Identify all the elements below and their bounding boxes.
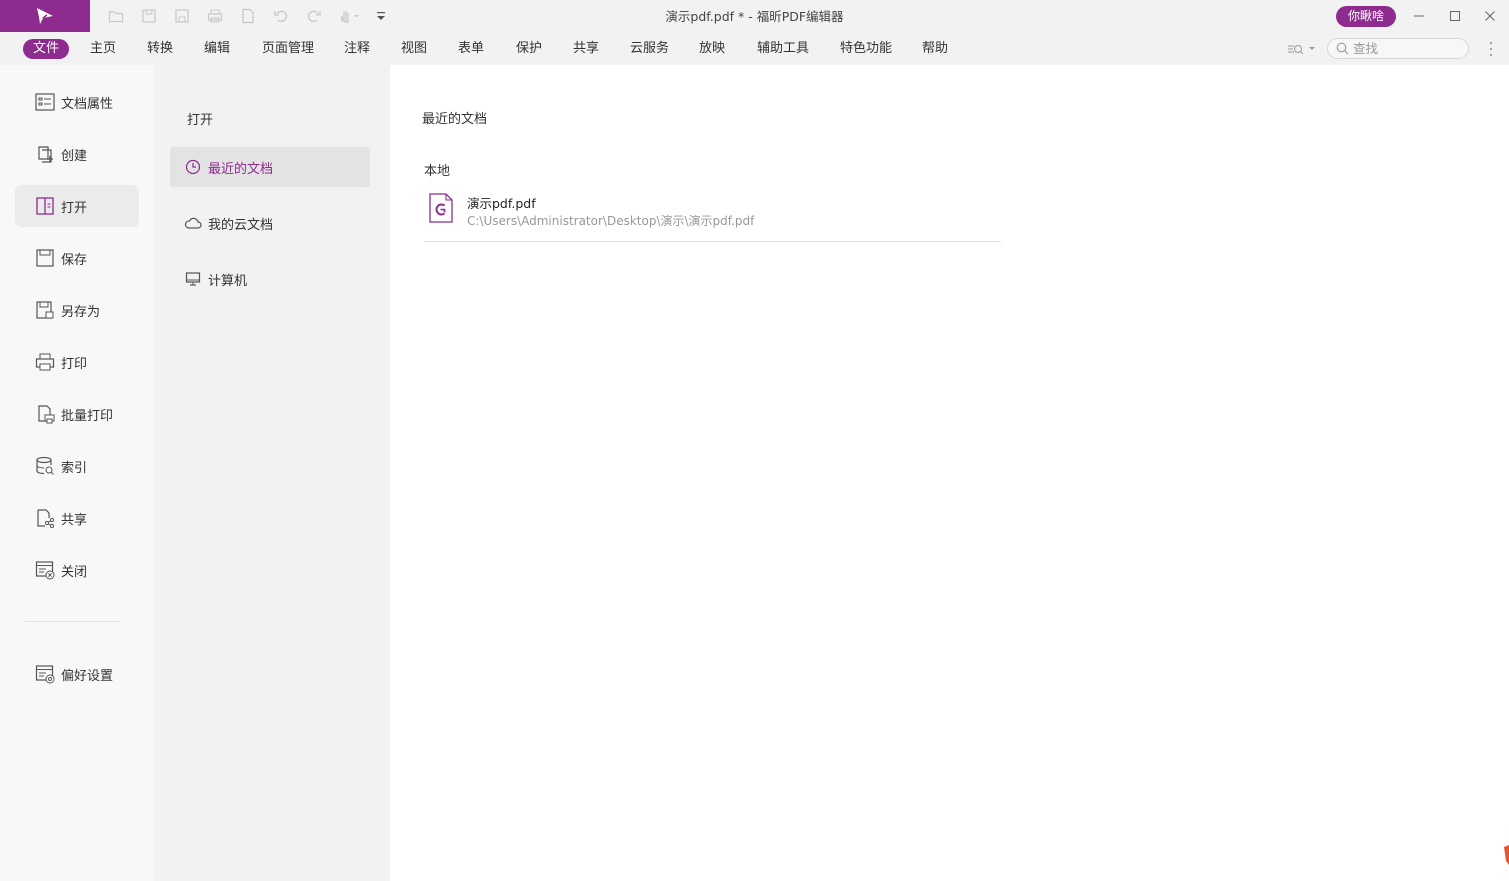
nav-label: 打开 bbox=[61, 200, 88, 216]
section-local-label: 本地 bbox=[424, 164, 451, 179]
nav-label: 共享 bbox=[61, 512, 88, 528]
menu-home[interactable]: 主页 bbox=[80, 39, 126, 59]
search-mode-dropdown[interactable] bbox=[1286, 40, 1320, 58]
open-book-icon bbox=[34, 195, 56, 217]
panel-heading: 打开 bbox=[187, 113, 214, 128]
minimize-icon[interactable] bbox=[1408, 6, 1430, 26]
open-cloud-documents[interactable]: 我的云文档 bbox=[170, 203, 370, 243]
more-options-icon[interactable] bbox=[1486, 40, 1496, 58]
app-logo[interactable] bbox=[0, 0, 90, 32]
menu-protect[interactable]: 保护 bbox=[506, 39, 552, 59]
file-name: 演示pdf.pdf bbox=[467, 196, 536, 211]
nav-label: 保存 bbox=[61, 252, 88, 268]
menu-file[interactable]: 文件 bbox=[23, 39, 70, 59]
computer-icon bbox=[184, 270, 202, 288]
recent-documents-view: 最近的文档 本地 演示pdf.pdf C:\Users\Administrato… bbox=[390, 65, 1509, 881]
preferences-icon bbox=[34, 663, 56, 685]
hand-tool-icon[interactable] bbox=[337, 7, 361, 25]
menu-bar: 文件 主页 转换 编辑 页面管理 注释 视图 表单 保护 共享 云服务 放映 辅… bbox=[0, 32, 1509, 65]
nav-open[interactable]: 打开 bbox=[15, 185, 139, 227]
menu-help[interactable]: 帮助 bbox=[912, 39, 958, 59]
menu-cloud-service[interactable]: 云服务 bbox=[620, 39, 679, 59]
nav-index[interactable]: 索引 bbox=[15, 445, 139, 487]
open-recent-documents[interactable]: 最近的文档 bbox=[170, 147, 370, 187]
menu-slideshow[interactable]: 放映 bbox=[689, 39, 735, 59]
user-account-button[interactable]: 你瞅啥 bbox=[1336, 6, 1396, 27]
share-icon bbox=[34, 507, 56, 529]
nav-save[interactable]: 保存 bbox=[15, 237, 139, 279]
nav-divider bbox=[25, 621, 120, 622]
option-label: 我的云文档 bbox=[208, 217, 274, 233]
nav-document-properties[interactable]: 文档属性 bbox=[15, 81, 139, 123]
open-icon[interactable] bbox=[107, 7, 125, 25]
close-icon[interactable] bbox=[1479, 6, 1501, 26]
nav-print[interactable]: 打印 bbox=[15, 341, 139, 383]
search-icon bbox=[1336, 42, 1349, 55]
open-options-panel: 打开 最近的文档 我的云文档 计算机 bbox=[154, 65, 390, 881]
open-computer[interactable]: 计算机 bbox=[170, 259, 370, 299]
cloud-icon bbox=[184, 214, 202, 232]
nav-close[interactable]: 关闭 bbox=[15, 549, 139, 591]
save-as-icon bbox=[34, 299, 56, 321]
nav-preferences[interactable]: 偏好设置 bbox=[15, 653, 139, 695]
index-database-icon bbox=[34, 455, 56, 477]
nav-label: 关闭 bbox=[61, 564, 88, 580]
nav-create[interactable]: 创建 bbox=[15, 133, 139, 175]
clock-icon bbox=[184, 158, 202, 176]
option-label: 计算机 bbox=[208, 273, 248, 289]
recent-file-row[interactable]: 演示pdf.pdf C:\Users\Administrator\Desktop… bbox=[424, 188, 1001, 242]
menu-featured[interactable]: 特色功能 bbox=[830, 39, 902, 59]
document-properties-icon bbox=[34, 91, 56, 113]
menu-page-management[interactable]: 页面管理 bbox=[252, 39, 324, 59]
menu-edit[interactable]: 编辑 bbox=[194, 39, 240, 59]
nav-label: 打印 bbox=[61, 356, 88, 372]
nav-label: 偏好设置 bbox=[61, 668, 114, 684]
nav-label: 文档属性 bbox=[61, 96, 114, 112]
nav-batch-print[interactable]: 批量打印 bbox=[15, 393, 139, 435]
create-icon bbox=[34, 143, 56, 165]
print-icon[interactable] bbox=[206, 7, 224, 25]
new-doc-icon[interactable] bbox=[239, 7, 257, 25]
file-path: C:\Users\Administrator\Desktop\演示\演示pdf.… bbox=[467, 214, 755, 228]
menu-accessibility-tools[interactable]: 辅助工具 bbox=[747, 39, 819, 59]
search-options-icon bbox=[1288, 45, 1315, 55]
menu-view[interactable]: 视图 bbox=[391, 39, 437, 59]
nav-label: 另存为 bbox=[61, 304, 101, 320]
nav-save-as[interactable]: 另存为 bbox=[15, 289, 139, 331]
redo-icon[interactable] bbox=[305, 7, 323, 25]
file-backstage-nav: 文档属性 创建 打开 保存 另存为 打印 批量打印 索引 共享 关闭 偏好设置 bbox=[0, 65, 154, 881]
undo-icon[interactable] bbox=[272, 7, 290, 25]
save-as-icon[interactable] bbox=[173, 7, 191, 25]
nav-label: 批量打印 bbox=[61, 408, 114, 424]
printer-icon bbox=[34, 351, 56, 373]
save-icon bbox=[34, 247, 56, 269]
menu-share[interactable]: 共享 bbox=[563, 39, 609, 59]
foxit-logo-icon bbox=[37, 8, 53, 24]
pdf-file-icon bbox=[429, 193, 453, 223]
option-label: 最近的文档 bbox=[208, 161, 274, 177]
nav-share[interactable]: 共享 bbox=[15, 497, 139, 539]
nav-label: 创建 bbox=[61, 148, 88, 164]
search-input[interactable] bbox=[1353, 40, 1463, 57]
nav-label: 索引 bbox=[61, 460, 88, 476]
window-title: 演示pdf.pdf * - 福昕PDF编辑器 bbox=[665, 9, 844, 24]
menu-form[interactable]: 表单 bbox=[448, 39, 494, 59]
customize-icon[interactable] bbox=[372, 7, 390, 25]
page-title: 最近的文档 bbox=[422, 112, 488, 127]
close-document-icon bbox=[34, 559, 56, 581]
search-field[interactable] bbox=[1327, 38, 1469, 59]
menu-comment[interactable]: 注释 bbox=[334, 39, 380, 59]
save-icon[interactable] bbox=[140, 7, 158, 25]
maximize-icon[interactable] bbox=[1444, 6, 1466, 26]
batch-print-icon bbox=[34, 403, 56, 425]
title-bar: 演示pdf.pdf * - 福昕PDF编辑器 你瞅啥 bbox=[0, 0, 1509, 32]
menu-convert[interactable]: 转换 bbox=[137, 39, 183, 59]
corner-badge-icon bbox=[1504, 845, 1509, 865]
